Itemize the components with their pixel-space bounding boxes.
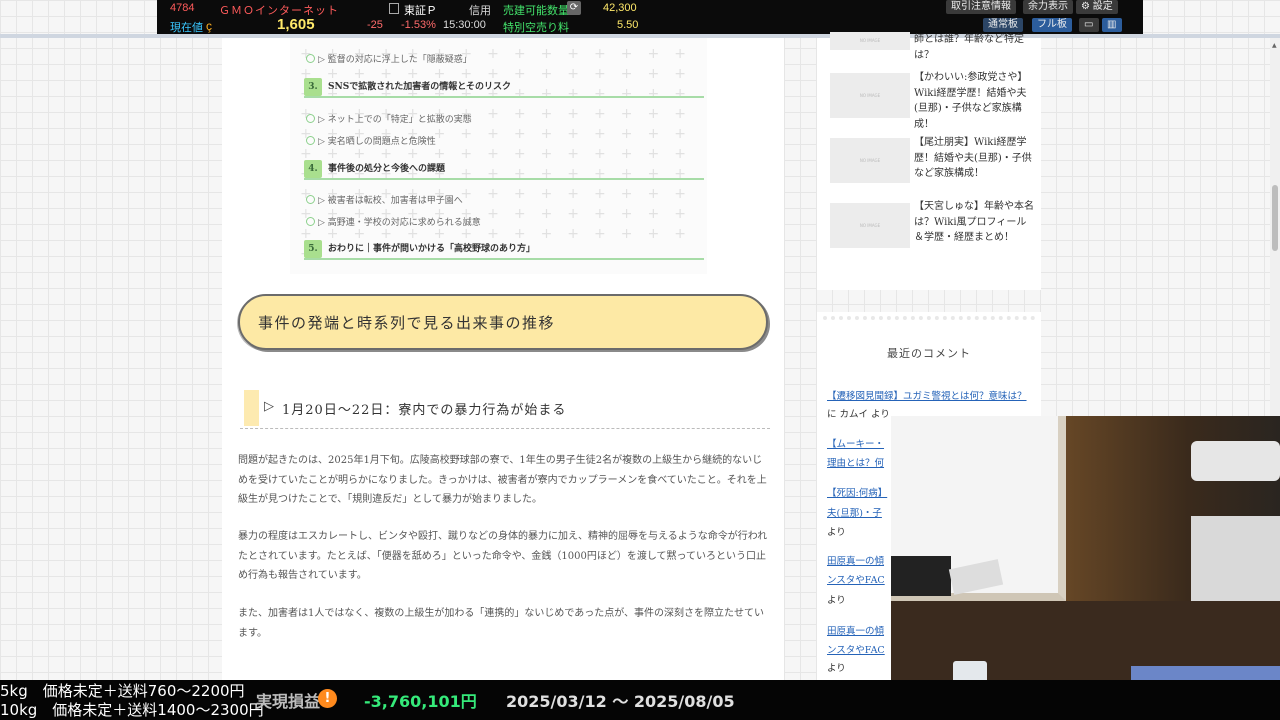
article-thumbnail[interactable]: NO IMAGE [830, 32, 910, 50]
margin-label: 信用 [469, 5, 491, 17]
market-label: 東証Ｐ [404, 5, 437, 17]
article-thumbnail[interactable]: NO IMAGE [830, 203, 910, 248]
settings-button[interactable]: ⚙ 設定 [1076, 0, 1118, 14]
article-thumbnail[interactable]: NO IMAGE [830, 138, 910, 183]
widget-title: 最近のコメント [887, 347, 971, 360]
article-thumbnail[interactable]: NO IMAGE [830, 73, 910, 118]
toc-section-number: 4. [304, 160, 322, 178]
article-paragraph: 問題が起きたのは、2025年1月下旬。広陵高校野球部の寮で、1年生の男子生徒2名… [238, 455, 767, 505]
circle-icon [306, 136, 315, 145]
section-heading: 事件の発端と時系列で見る出来事の推移 [238, 294, 768, 350]
shipping-line-1: 5kg 価格未定＋送料760〜2200円 [0, 682, 245, 700]
warning-icon: ! [318, 689, 337, 708]
price-time: 15:30:00 [443, 19, 486, 31]
settings-label: 設定 [1092, 1, 1113, 12]
toc-section-number: 5. [304, 240, 322, 258]
comment-post-link[interactable]: 田原真一の傾 [827, 556, 884, 567]
comment-post-link[interactable]: ンスタやFAC [827, 575, 885, 586]
date-range: 2025/03/12 〜 2025/08/05 [506, 692, 735, 711]
toc-section[interactable]: 3. SNSで拡散された加害者の情報とそのリスク [304, 76, 704, 98]
comment-post-link[interactable]: 【死因:何病】 [827, 488, 887, 499]
related-article-title[interactable]: 師とは誰？年齢など特定は？ [914, 32, 1034, 63]
article-paragraph: また、加害者は1人ではなく、複数の上級生が加わる「連携的」ないじめであった点が、… [238, 608, 765, 639]
webcam-air-conditioner [1191, 441, 1280, 481]
toc-section[interactable]: 5. おわりに｜事件が問いかける「高校野球のあり方」 [304, 238, 704, 260]
related-article-title[interactable]: 【尾辻朋実】Wiki経歴学歴！結婚や夫(旦那)・子供など家族構成！ [914, 135, 1034, 182]
current-price-label: 現在値 [170, 22, 203, 34]
chart-icon: ç [206, 19, 212, 33]
toc-item[interactable]: ▷ 高野連・学校の対応に求められる誠意 [306, 215, 481, 228]
normal-board-button[interactable]: 通常板 [983, 18, 1023, 32]
webcam-shadow [891, 556, 951, 596]
faded-overlay-text [0, 622, 230, 680]
related-article-title[interactable]: 【天宮しゅな】年齢や本名は？Wiki風プロフィール＆学歴・経歴まとめ！ [914, 199, 1034, 246]
comment-post-link[interactable]: 夫(旦那)・子 [827, 508, 882, 519]
trade-notice-button[interactable]: 取引注意情報 [946, 0, 1016, 14]
related-article[interactable]: NO IMAGE 師とは誰？年齢など特定は？ [830, 32, 1036, 62]
subsection-heading: ▷ 1月20日〜22日：寮内での暴力行為が始まる [240, 390, 770, 429]
circle-icon [306, 195, 315, 204]
comment-post-link[interactable]: ンスタやFAC [827, 645, 885, 656]
scroll-up-arrow-icon[interactable]: ▲ [1272, 42, 1277, 49]
realized-pl-label: 実現損益 [256, 692, 321, 711]
article-body: ++++++++++++++++++++++++++++++++++++++++… [222, 38, 784, 680]
single-pane-icon[interactable]: ▭ [1079, 18, 1099, 32]
comment-post-link[interactable]: 【ムーキー・ [827, 439, 884, 450]
webcam-overlay [891, 416, 1280, 696]
shipping-line-2: 10kg 価格未定＋送料1400〜2300円 [0, 701, 264, 719]
circle-icon [306, 114, 315, 123]
toc-section[interactable]: 4. 事件後の処分と今後への課題 [304, 158, 704, 180]
comment-post-link[interactable]: 田原真一の傾 [827, 626, 884, 637]
toc-item[interactable]: ▷ 監督の対応に浮上した「隠蔽疑惑」 [306, 52, 472, 65]
price-change: -25 [367, 19, 383, 31]
comment-post-link[interactable]: 【遷移図見聞録】ユガミ警視とは何？意味は？ [827, 391, 1027, 402]
related-article-title[interactable]: 【かわいい:参政党さや】Wiki経歴学歴！結婚や夫(旦那)・子供など家族構成！ [914, 70, 1034, 132]
table-of-contents: ++++++++++++++++++++++++++++++++++++++++… [290, 38, 707, 274]
toc-item[interactable]: ▷ ネット上での「特定」と拡散の実態 [306, 112, 472, 125]
market-checkbox-icon[interactable] [389, 3, 399, 14]
short-fee-label: 特別空売り料 [503, 22, 569, 34]
price-change-pct: -1.53% [401, 19, 436, 31]
heading-accent-bar [244, 390, 259, 426]
split-pane-icon[interactable]: ▥ [1102, 18, 1122, 32]
full-board-button[interactable]: フル板 [1032, 18, 1072, 32]
sell-qty-label: 売建可能数量 [503, 5, 569, 17]
circle-icon [306, 54, 315, 63]
toc-item[interactable]: ▷ 被害者は転校、加害者は甲子園へ [306, 193, 463, 206]
short-fee-value: 5.50 [617, 19, 639, 31]
widget-divider [823, 316, 1035, 322]
section-heading-text: 事件の発端と時系列で見る出来事の推移 [258, 314, 556, 332]
scrollbar-thumb[interactable] [1272, 185, 1278, 251]
subsection-heading-text: 1月20日〜22日：寮内での暴力行為が始まる [282, 403, 567, 418]
sell-qty-value: 42,300 [603, 2, 637, 14]
current-price: 1,605 [277, 16, 315, 33]
gear-icon: ⚙ [1081, 1, 1093, 12]
circle-icon [306, 217, 315, 226]
refresh-icon[interactable]: ⟳ [567, 1, 581, 15]
stock-ticker-bar: 4784 ＧＭＯインターネット 現在値 ç 1,605 -25 -1.53% 1… [157, 0, 1143, 34]
stock-code: 4784 [170, 2, 195, 14]
realized-pl-value: -3,760,101円 [364, 692, 477, 711]
toc-section-number: 3. [304, 78, 322, 96]
webcam-whiteboard [1191, 516, 1280, 606]
power-display-button[interactable]: 余力表示 [1023, 0, 1073, 14]
related-articles-widget: NO IMAGE 師とは誰？年齢など特定は？ NO IMAGE 【かわいい:参政… [817, 32, 1041, 290]
toc-item[interactable]: ▷ 実名晒しの問題点と危険性 [306, 134, 436, 147]
article-paragraph: 暴力の程度はエスカレートし、ビンタや殴打、蹴りなどの身体的暴力に加え、精神的屈辱… [238, 531, 768, 581]
comment-post-link[interactable]: 理由とは？何 [827, 458, 884, 469]
triangle-icon: ▷ [264, 399, 274, 414]
